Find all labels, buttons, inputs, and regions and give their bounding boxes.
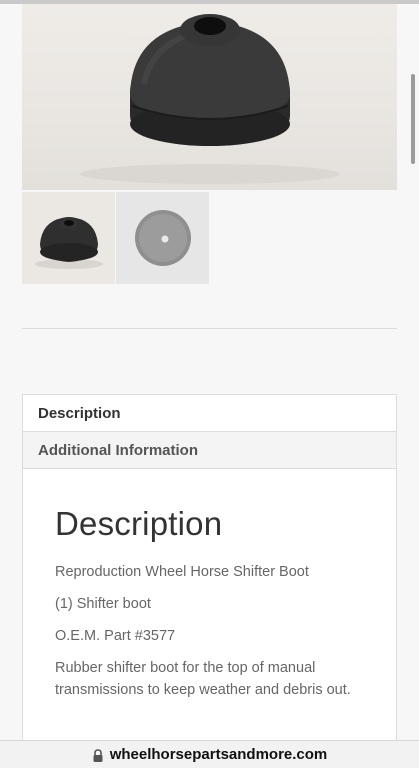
description-line: (1) Shifter boot <box>55 596 151 612</box>
tab-description-label: Description <box>38 404 121 422</box>
thumbnail-2[interactable] <box>116 192 209 284</box>
shifter-boot-thumbnail-image <box>35 217 103 269</box>
main-product-image[interactable] <box>22 4 397 190</box>
section-divider <box>22 328 397 329</box>
shifter-boot-image <box>80 14 340 184</box>
tab-description[interactable]: Description <box>23 395 396 432</box>
tab-additional-information-label: Additional Information <box>38 441 198 459</box>
browser-url-bar[interactable]: wheelhorsepartsandmore.com <box>0 740 419 768</box>
tab-additional-information[interactable]: Additional Information <box>23 432 396 469</box>
lock-icon <box>93 748 103 762</box>
description-line: Reproduction Wheel Horse Shifter Boot <box>55 564 309 580</box>
url-text: wheelhorsepartsandmore.com <box>109 746 328 763</box>
description-line: Rubber shifter boot for the top of manua… <box>55 660 351 698</box>
page-scrollbar[interactable] <box>411 74 415 164</box>
description-panel: Description Reproduction Wheel Horse Shi… <box>23 469 396 751</box>
thumbnail-1[interactable] <box>22 192 115 284</box>
description-heading: Description <box>55 505 223 542</box>
product-tabs: Description Additional Information Descr… <box>22 394 397 752</box>
description-line: O.E.M. Part #3577 <box>55 628 176 644</box>
shifter-boot-top-view-image <box>135 210 191 266</box>
